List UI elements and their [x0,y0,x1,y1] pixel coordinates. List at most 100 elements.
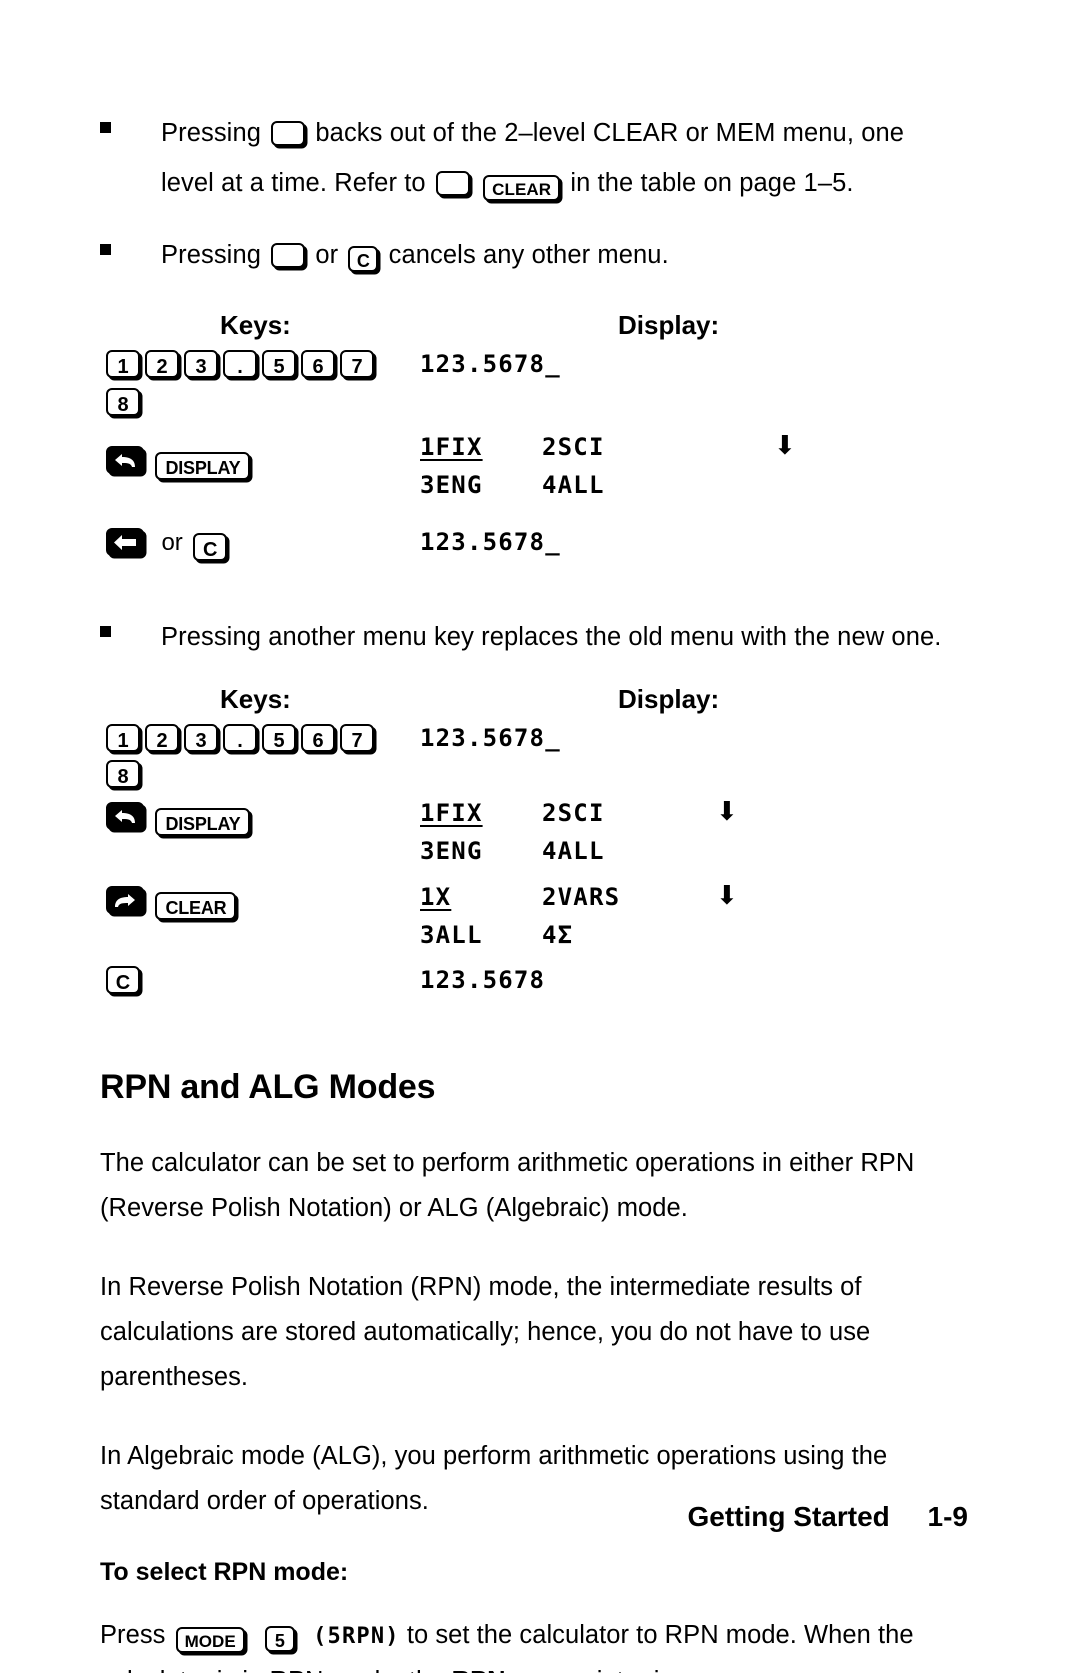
display-value: 123.5678 [420,966,546,994]
bullet-item: Pressing another menu key replaces the o… [100,612,960,662]
menu-item-vars: 2VARS [542,883,621,911]
bullet-item: Pressing backs out of the 2–level CLEAR … [100,108,960,208]
clear-key: CLEAR [483,175,561,201]
menu-item-all: 4ALL [542,837,605,865]
display-output: 1FIX 2SCI ⬇ 3ENG 4ALL [420,798,738,865]
bullet-1-text-before: Pressing [161,119,262,147]
table-row: 123.567 8 123.5678_ [100,350,960,428]
display-output: 123.5678 [420,966,545,994]
key-3: 3 [184,350,218,378]
paragraph-press-mode: Press MODE 5 (5RPN) to set the calculato… [100,1613,960,1673]
table-row: C 123.5678 [100,966,960,1012]
key-7: 7 [340,724,374,752]
display-key: DISPLAY [155,452,251,480]
or-label: or [161,529,183,556]
display-output: 1FIX 2SCI ⬇ 3ENG 4ALL [420,432,796,499]
bullet-1-text-after: in the table on page 1–5. [570,169,854,197]
manual-page: Pressing backs out of the 2–level CLEAR … [0,0,1080,1673]
keys-column-header: Keys: [220,684,291,714]
key-sequence: or C [106,528,232,561]
key-sequence: DISPLAY [106,446,255,480]
key-sequence: 123.567 8 [106,350,379,416]
key-3: 3 [184,724,218,752]
key-8: 8 [106,388,140,416]
table-1-header: Keys: Display: [100,310,960,350]
key-sequence: DISPLAY [106,802,255,836]
key-decimal-point: . [223,350,257,378]
left-shift-key-icon [106,446,144,474]
table-row: or C 123.5678_ [100,528,960,582]
paragraph-rpn-description: In Reverse Polish Notation (RPN) mode, t… [100,1273,871,1391]
rpn-annunciator-label: RPN [452,1667,506,1673]
display-output: 1X 2VARS ⬇ 3ALL 4Σ [420,882,738,949]
key-5: 5 [262,350,296,378]
display-value: 123.5678_ [420,350,561,378]
keys-column-header: Keys: [220,310,291,340]
press-end-text: annunciator is on. [513,1667,715,1673]
bullet-2-text-after: cancels any other menu. [388,241,669,269]
down-arrow-icon: ⬇ [716,796,738,826]
bullet-marker-icon [100,122,111,133]
menu-item-all: 4ALL [542,471,605,499]
key-5: 5 [262,724,296,752]
page-title: RPN and ALG Modes [100,1068,436,1106]
backspace-key-icon [271,121,306,146]
c-key: C [106,966,140,994]
right-shift-key-icon [106,886,144,914]
key-sequence: CLEAR [106,886,241,920]
backspace-key-icon [106,528,144,556]
key-1: 1 [106,350,140,378]
table-row: CLEAR 1X 2VARS ⬇ 3ALL 4Σ [100,882,960,966]
bullet-marker-icon [100,244,111,255]
bullet-3-text: Pressing another menu key replaces the o… [161,623,942,651]
menu-item-eng: 3ENG [420,471,483,499]
backspace-key-icon [271,243,306,268]
key-8: 8 [106,760,140,788]
display-value: 123.5678_ [420,528,561,556]
key-sequence: 123.567 8 [106,724,379,788]
display-key: DISPLAY [155,808,251,836]
left-shift-key-icon [106,802,144,830]
page-footer: Getting Started 1-9 [688,1501,968,1533]
display-column-header: Display: [618,684,720,714]
key-2: 2 [145,350,179,378]
lcd-rpn-label: (5RPN) [313,1624,400,1649]
key-sequence: C [106,966,145,994]
bullet-item: Pressing or C cancels any other menu. [100,230,960,280]
bullet-text: Pressing or C cancels any other menu. [161,230,960,280]
display-output: 123.5678_ [420,724,561,752]
c-key: C [193,533,228,561]
key-1: 1 [106,724,140,752]
footer-page-number: 1-9 [927,1501,968,1532]
key-6: 6 [301,350,335,378]
bullet-2-text-mid: or [315,241,339,269]
table-row: 123.567 8 123.5678_ [100,724,960,798]
menu-item-x: 1X [420,883,452,911]
menu-item-fix: 1FIX [420,433,483,461]
menu-item-sci: 2SCI [542,433,605,461]
display-column-header: Display: [618,310,720,340]
right-shift-key-icon [435,171,470,196]
keys-display-table-1: Keys: Display: 123.567 8 123.5678_ DISPL… [100,310,960,582]
menu-item-all: 3ALL [420,921,483,949]
down-arrow-icon: ⬇ [716,880,738,910]
key-decimal-point: . [223,724,257,752]
down-arrow-icon: ⬇ [774,430,796,460]
table-row: DISPLAY 1FIX 2SCI ⬇ 3ENG 4ALL [100,798,960,882]
press-label: Press [100,1621,166,1649]
key-7: 7 [340,350,374,378]
key-2: 2 [145,724,179,752]
menu-item-sci: 2SCI [542,799,605,827]
bullet-marker-icon [100,626,111,637]
mode-key: MODE [175,1627,245,1653]
menu-item-eng: 3ENG [420,837,483,865]
clear-key: CLEAR [155,892,237,920]
page-content: Pressing backs out of the 2–level CLEAR … [100,108,960,1673]
display-value: 123.5678_ [420,724,561,752]
menu-item-fix: 1FIX [420,799,483,827]
bullet-2-text-before: Pressing [161,241,262,269]
table-row: DISPLAY 1FIX 2SCI ⬇ 3ENG 4ALL [100,432,960,514]
c-key: C [348,246,379,272]
display-output: 123.5678_ [420,528,561,556]
footer-chapter: Getting Started [687,1501,890,1532]
